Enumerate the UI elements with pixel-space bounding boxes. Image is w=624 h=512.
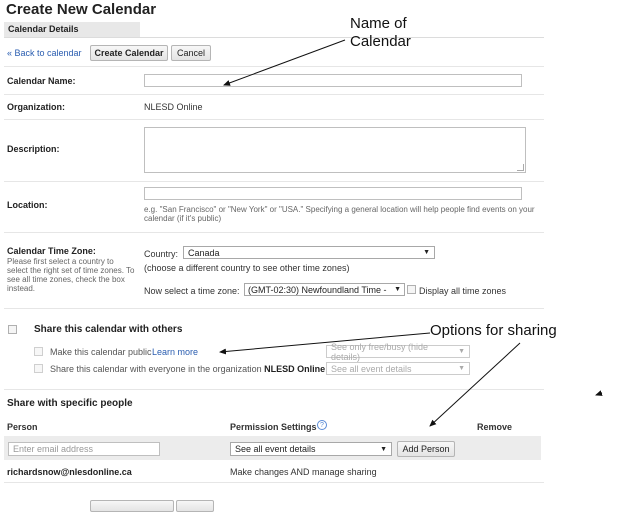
arrow-to-name-input [223,39,346,86]
arrow-to-public-option [219,332,431,355]
annotation-arrows [219,39,603,427]
stray-arrow [595,390,603,396]
arrow-to-permission-settings [429,342,521,427]
